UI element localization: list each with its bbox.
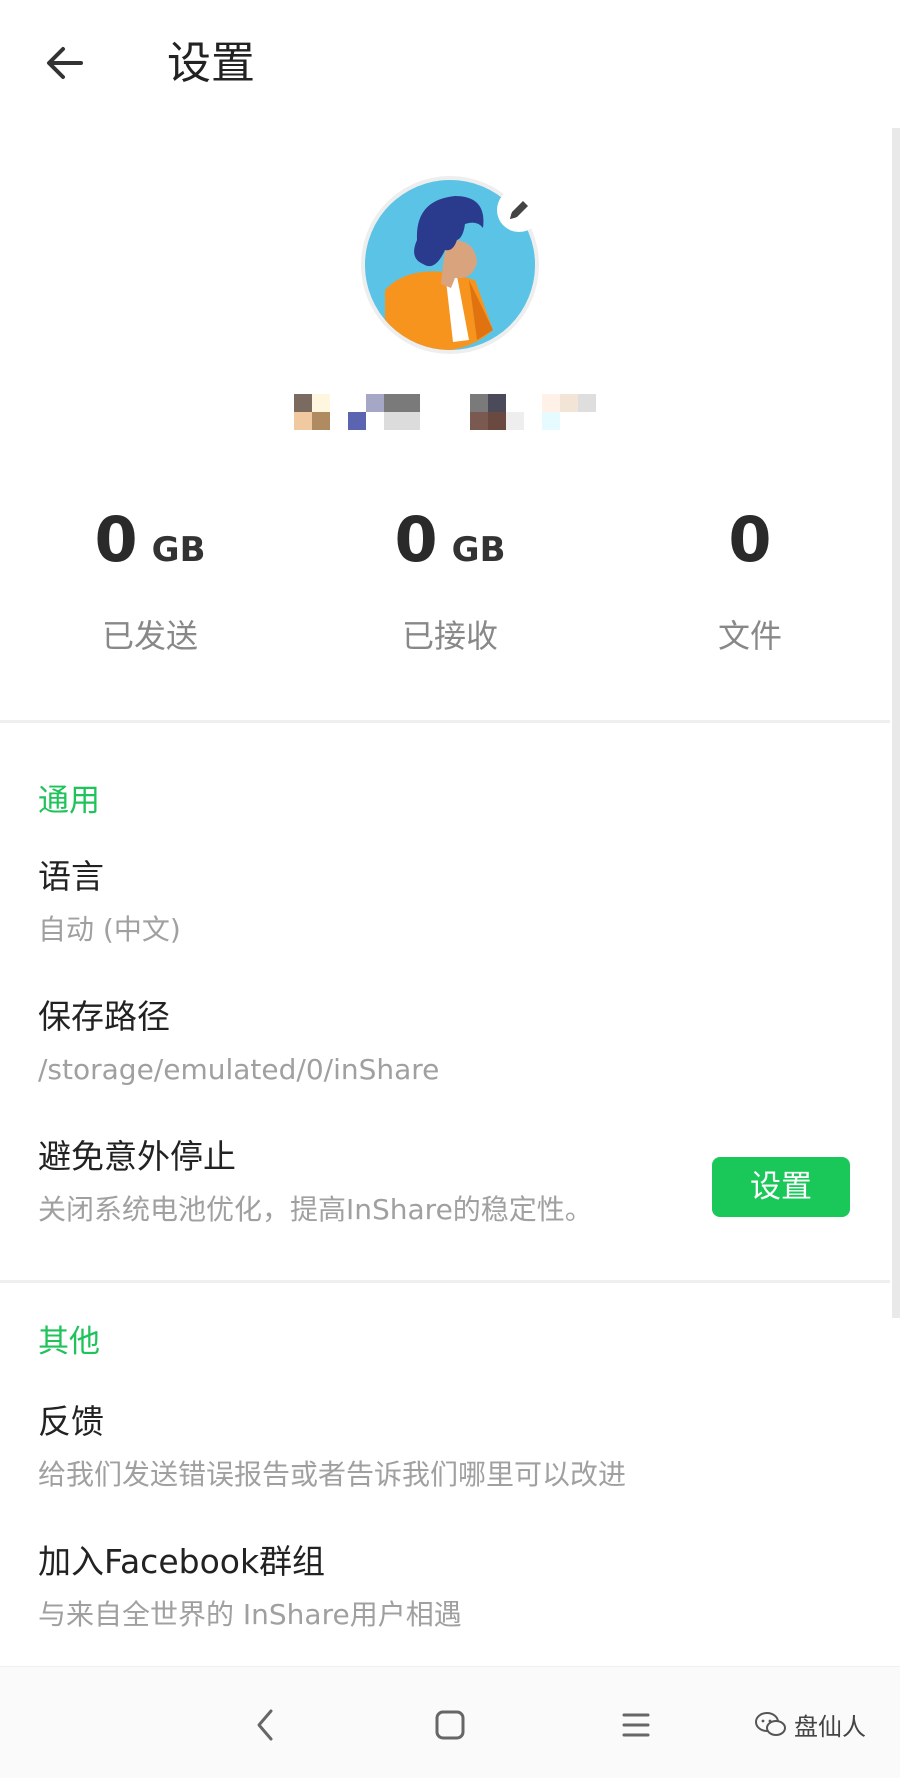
section-title-general: 通用 (38, 783, 100, 819)
stat-sent-unit: GB (151, 530, 206, 570)
nav-home-button[interactable] (420, 1695, 480, 1755)
divider (0, 720, 890, 723)
stat-received: 0 GB 已接收 (300, 500, 600, 656)
divider (0, 1280, 890, 1283)
edit-avatar-button[interactable] (497, 188, 541, 232)
setting-language-value: 自动 (中文) (38, 913, 181, 946)
setting-avoid-stop-desc: 关闭系统电池优化，提高InShare的稳定性。 (38, 1193, 593, 1226)
setting-feedback-desc: 给我们发送错误报告或者告诉我们哪里可以改进 (38, 1458, 627, 1491)
setting-language-title: 语言 (38, 857, 104, 896)
stat-files-label: 文件 (717, 617, 782, 655)
page-title: 设置 (167, 38, 255, 89)
setting-facebook-desc: 与来自全世界的 InShare用户相遇 (38, 1598, 462, 1631)
transfer-stats: 0 GB 已发送 0 GB 已接收 0 文件 (0, 500, 890, 660)
watermark-text: 盘仙人 (794, 1713, 866, 1741)
nav-back-button[interactable] (236, 1695, 296, 1755)
profile-avatar-wrap (365, 180, 541, 350)
square-icon (435, 1710, 465, 1740)
setting-save-path-title: 保存路径 (38, 997, 170, 1036)
stat-received-unit: GB (451, 530, 506, 570)
nav-menu-button[interactable] (606, 1695, 666, 1755)
stat-files: 0 文件 (600, 500, 900, 656)
battery-settings-button[interactable]: 设置 (712, 1157, 850, 1217)
stat-files-value: 0 (728, 503, 772, 576)
stat-received-label: 已接收 (401, 617, 498, 655)
stat-received-value: 0 (394, 503, 438, 576)
setting-language[interactable]: 语言 自动 (中文) (0, 855, 890, 965)
arrow-left-icon (47, 47, 83, 79)
stat-sent-label: 已发送 (101, 617, 198, 655)
pencil-icon (510, 201, 528, 219)
redacted-username-pixels (294, 394, 596, 430)
username-redacted (294, 390, 634, 434)
system-nav-bar: 盘仙人 (0, 1666, 900, 1778)
wechat-icon (755, 1711, 786, 1736)
app-header: 设置 (0, 0, 900, 128)
setting-feedback[interactable]: 反馈 给我们发送错误报告或者告诉我们哪里可以改进 (0, 1400, 890, 1510)
settings-screen: 设置 0 GB 已发送 0 GB 已接收 0 文件 通用 语言 自动 (中文) … (0, 0, 900, 1778)
chevron-left-icon (257, 1709, 273, 1741)
watermark: 盘仙人 (754, 1707, 866, 1742)
setting-save-path-value: /storage/emulated/0/inShare (38, 1053, 440, 1086)
stat-sent: 0 GB 已发送 (0, 500, 300, 656)
back-button[interactable] (30, 28, 100, 98)
menu-lines-icon (622, 1713, 650, 1737)
setting-feedback-title: 反馈 (38, 1402, 104, 1441)
setting-save-path[interactable]: 保存路径 /storage/emulated/0/inShare (0, 995, 890, 1105)
section-title-other: 其他 (38, 1324, 100, 1360)
setting-facebook-group[interactable]: 加入Facebook群组 与来自全世界的 InShare用户相遇 (0, 1540, 890, 1650)
setting-avoid-stop-title: 避免意外停止 (38, 1137, 236, 1176)
setting-facebook-title: 加入Facebook群组 (38, 1542, 326, 1581)
scrollbar[interactable] (892, 128, 900, 1318)
stat-sent-value: 0 (94, 503, 138, 576)
